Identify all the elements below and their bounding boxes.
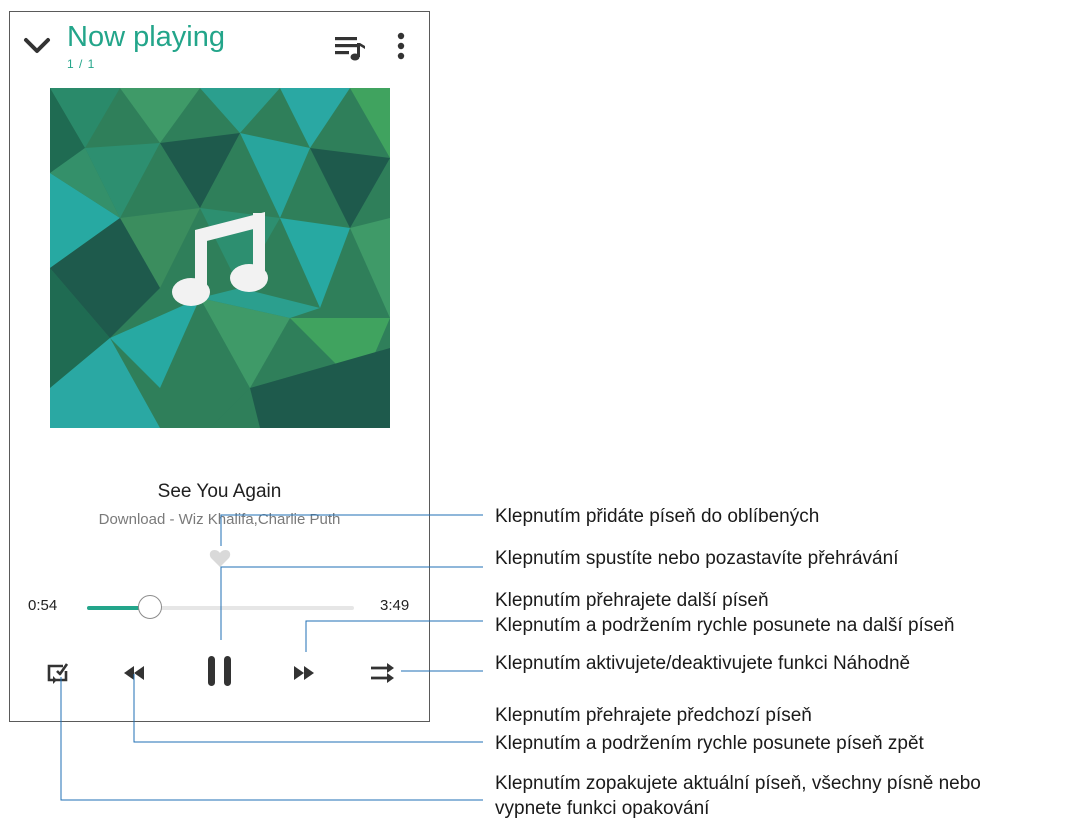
callout-previous-hold: Klepnutím a podržením rychle posunete pí…: [495, 733, 924, 754]
callout-previous: Klepnutím přehrajete předchozí píseň: [495, 705, 812, 726]
callout-play-pause: Klepnutím spustíte nebo pozastavíte přeh…: [495, 548, 899, 569]
callout-repeat: Klepnutím zopakujete aktuální píseň, vše…: [495, 773, 981, 794]
callout-repeat-cont: vypnete funkci opakování: [495, 798, 710, 819]
callout-shuffle: Klepnutím aktivujete/deaktivujete funkci…: [495, 653, 911, 674]
callout-next: Klepnutím přehrajete další píseň: [495, 590, 769, 611]
callout-leader-lines: [60, 514, 483, 801]
callout-next-hold: Klepnutím a podržením rychle posunete na…: [495, 615, 955, 636]
callout-favorite: Klepnutím přidáte píseň do oblíbených: [495, 506, 820, 527]
